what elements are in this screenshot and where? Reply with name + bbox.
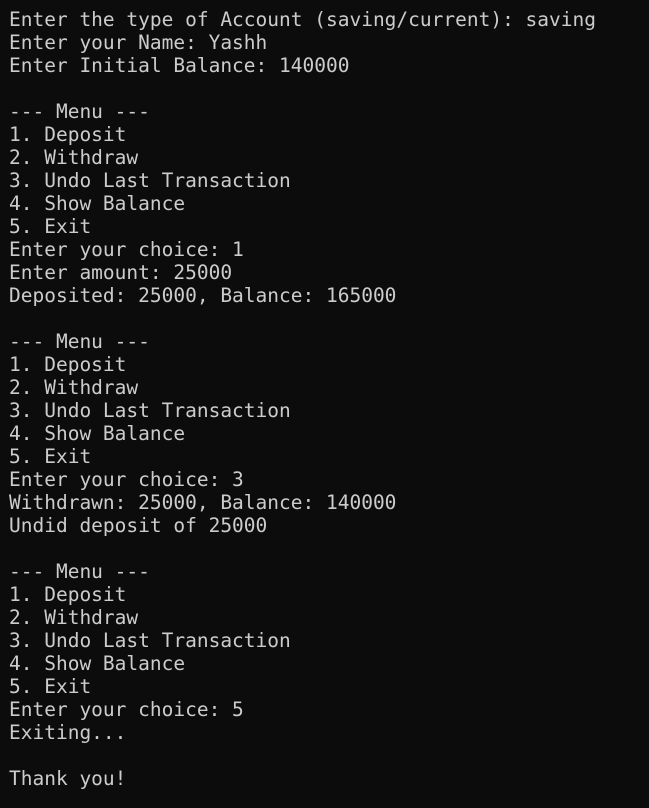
menu-item-exit: 5. Exit bbox=[9, 445, 92, 468]
menu-item-withdraw: 2. Withdraw bbox=[9, 606, 139, 629]
prompt-initial-balance: Enter Initial Balance: 140000 bbox=[9, 54, 350, 77]
output-deposited: Deposited: 25000, Balance: 165000 bbox=[9, 284, 397, 307]
menu-item-exit: 5. Exit bbox=[9, 215, 92, 238]
menu-header: --- Menu --- bbox=[9, 560, 150, 583]
output-thank-you: Thank you! bbox=[9, 767, 127, 790]
menu-item-show-balance: 4. Show Balance bbox=[9, 652, 186, 675]
menu-item-undo: 3. Undo Last Transaction bbox=[9, 629, 291, 652]
menu-item-deposit: 1. Deposit bbox=[9, 353, 127, 376]
menu-item-exit: 5. Exit bbox=[9, 675, 92, 698]
output-withdrawn: Withdrawn: 25000, Balance: 140000 bbox=[9, 491, 397, 514]
menu-item-withdraw: 2. Withdraw bbox=[9, 146, 139, 169]
output-undid-deposit: Undid deposit of 25000 bbox=[9, 514, 268, 537]
menu-item-undo: 3. Undo Last Transaction bbox=[9, 399, 291, 422]
menu-item-show-balance: 4. Show Balance bbox=[9, 422, 186, 445]
prompt-choice: Enter your choice: 3 bbox=[9, 468, 244, 491]
menu-header: --- Menu --- bbox=[9, 330, 150, 353]
output-exiting: Exiting... bbox=[9, 721, 127, 744]
menu-item-show-balance: 4. Show Balance bbox=[9, 192, 186, 215]
menu-item-withdraw: 2. Withdraw bbox=[9, 376, 139, 399]
prompt-choice: Enter your choice: 5 bbox=[9, 698, 244, 721]
prompt-account-type: Enter the type of Account (saving/curren… bbox=[9, 8, 596, 31]
prompt-name: Enter your Name: Yashh bbox=[9, 31, 268, 54]
menu-item-undo: 3. Undo Last Transaction bbox=[9, 169, 291, 192]
menu-item-deposit: 1. Deposit bbox=[9, 123, 127, 146]
prompt-choice: Enter your choice: 1 bbox=[9, 238, 244, 261]
menu-header: --- Menu --- bbox=[9, 100, 150, 123]
prompt-amount: Enter amount: 25000 bbox=[9, 261, 233, 284]
menu-item-deposit: 1. Deposit bbox=[9, 583, 127, 606]
terminal-output[interactable]: Enter the type of Account (saving/curren… bbox=[0, 0, 649, 808]
